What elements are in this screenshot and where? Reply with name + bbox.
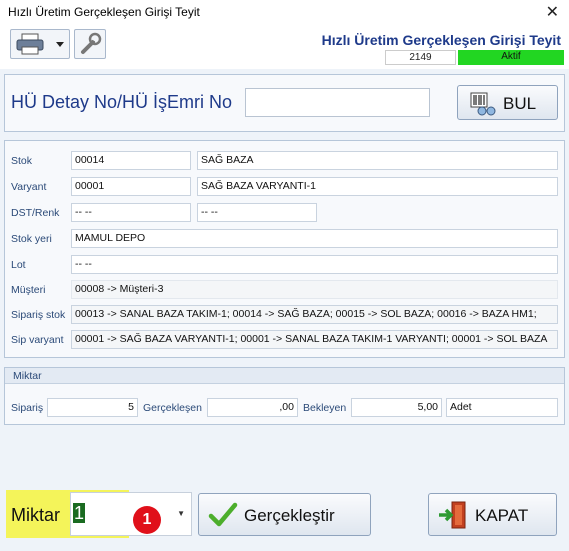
gerceklesen-label: Gerçekleşen xyxy=(143,402,202,414)
checkmark-icon xyxy=(208,502,238,527)
varyant-label: Varyant xyxy=(11,181,47,193)
musteri-label: Müşteri xyxy=(11,284,46,296)
barcode-search-icon xyxy=(470,92,496,116)
stok-code-field[interactable]: 00014 xyxy=(71,151,191,170)
miktar-group: Miktar Sipariş 5 Gerçekleşen ,00 Bekleye… xyxy=(4,367,565,425)
status-badge: Aktif xyxy=(458,50,564,65)
form-title: Hızlı Üretim Gerçekleşen Girişi Teyit xyxy=(321,32,561,48)
gerceklesen-qty-field[interactable]: ,00 xyxy=(207,398,298,417)
dst-renk-label: DST/Renk xyxy=(11,207,60,219)
miktar-input[interactable]: 1 xyxy=(73,503,86,523)
dialog-window: Hızlı Üretim Gerçekleşen Girişi Teyit ✕ … xyxy=(0,0,569,551)
kapat-button[interactable]: KAPAT xyxy=(428,493,557,536)
bekleyen-qty-field[interactable]: 5,00 xyxy=(351,398,442,417)
miktar-combo[interactable]: 1 ▼ xyxy=(70,492,192,536)
siparis-label: Sipariş xyxy=(11,402,44,414)
close-window-button[interactable]: ✕ xyxy=(546,2,559,22)
window-title: Hızlı Üretim Gerçekleşen Girişi Teyit xyxy=(8,5,200,19)
lot-label: Lot xyxy=(11,259,26,271)
stok-yeri-field[interactable]: MAMUL DEPO xyxy=(71,229,558,248)
bul-button[interactable]: BUL xyxy=(457,85,558,120)
record-code: 2149 xyxy=(385,50,456,65)
miktar-group-title: Miktar xyxy=(5,368,564,384)
step-marker: 1 xyxy=(133,506,161,534)
print-button[interactable] xyxy=(10,29,70,59)
search-label: HÜ Detay No/HÜ İşEmri No xyxy=(11,92,233,112)
varyant-name-field[interactable]: SAĞ BAZA VARYANTI-1 xyxy=(197,177,558,196)
sip-varyant-field: 00001 -> SAĞ BAZA VARYANTI-1; 00001 -> S… xyxy=(71,330,558,349)
sip-varyant-label: Sip varyant xyxy=(11,334,64,346)
wrench-icon xyxy=(81,32,102,54)
stok-yeri-label: Stok yeri xyxy=(11,233,52,245)
settings-button[interactable] xyxy=(74,29,106,59)
miktar-label: Miktar xyxy=(11,505,60,525)
chevron-down-icon xyxy=(56,42,64,47)
search-panel: HÜ Detay No/HÜ İşEmri No BUL xyxy=(4,74,565,132)
stok-label: Stok xyxy=(11,155,33,167)
gerceklestir-button[interactable]: Gerçekleştir xyxy=(198,493,371,536)
printer-icon xyxy=(16,33,64,55)
title-bar: Hızlı Üretim Gerçekleşen Girişi Teyit ✕ xyxy=(0,0,569,24)
search-input[interactable] xyxy=(245,88,430,117)
bekleyen-label: Bekleyen xyxy=(303,402,347,414)
stok-name-field[interactable]: SAĞ BAZA xyxy=(197,151,558,170)
lot-field[interactable]: -- -- xyxy=(71,255,558,274)
exit-door-icon xyxy=(439,501,466,529)
musteri-field: 00008 -> Müşteri-3 xyxy=(71,280,558,299)
details-panel: Stok 00014 SAĞ BAZA Varyant 00001 SAĞ BA… xyxy=(4,140,565,358)
kapat-label: KAPAT xyxy=(475,506,529,525)
dst-field-2[interactable]: -- -- xyxy=(197,203,317,222)
bul-button-label: BUL xyxy=(503,94,537,113)
siparis-stok-field: 00013 -> SANAL BAZA TAKIM-1; 00014 -> SA… xyxy=(71,305,558,324)
siparis-qty-field[interactable]: 5 xyxy=(47,398,138,417)
gerceklestir-label: Gerçekleştir xyxy=(244,506,335,525)
varyant-code-field[interactable]: 00001 xyxy=(71,177,191,196)
chevron-down-icon[interactable]: ▼ xyxy=(177,509,185,518)
unit-field[interactable]: Adet xyxy=(446,398,558,417)
dst-field-1[interactable]: -- -- xyxy=(71,203,191,222)
siparis-stok-label: Sipariş stok xyxy=(11,309,66,321)
